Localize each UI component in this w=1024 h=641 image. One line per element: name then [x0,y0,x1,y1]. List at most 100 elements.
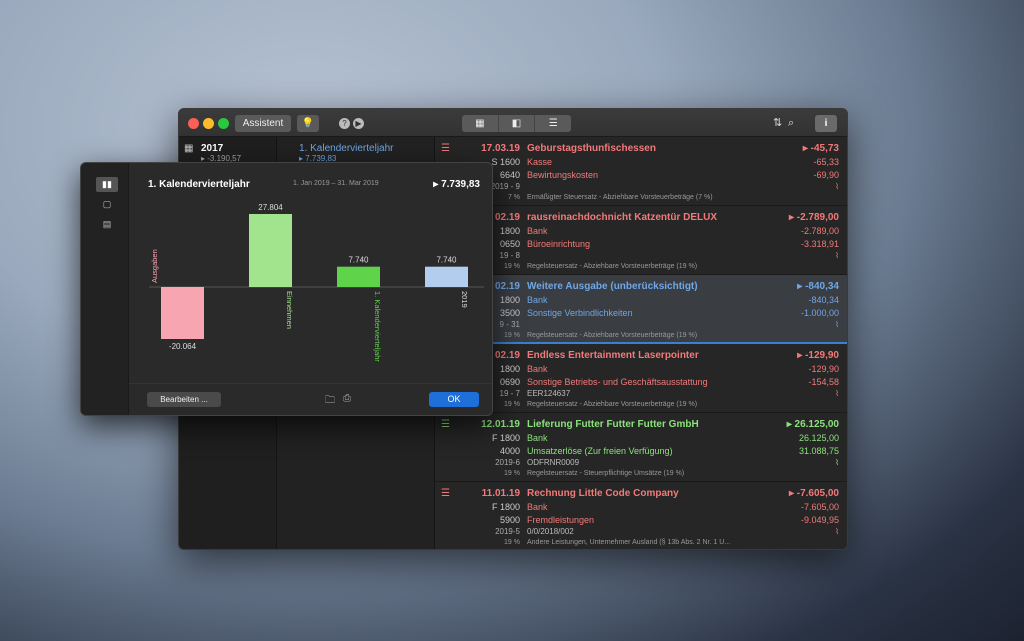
chart-value-label-3: 7.740 [436,256,457,265]
tx-sub-account: Bank [527,364,548,374]
print-icon[interactable]: ⎙ [343,393,351,404]
tx-title: rausreinachdochnicht Katzentür DELUX [527,212,718,223]
popover-date-range: 1. Jan 2019 – 31. Mar 2019 [293,180,379,187]
transaction-row[interactable]: ☰ 17.03.19 S 1600 6640 2019 - 97 % Geburstags… [435,137,847,206]
tx-title: Endless Entertainment Laserpointer [527,350,699,361]
year-label: 2017 [201,143,224,154]
edit-button[interactable]: Bearbeiten ... [147,392,221,407]
list-view-icon[interactable]: ☰ [535,115,571,132]
chart-value-label-2: 7.740 [348,256,369,265]
chart-bar-3[interactable] [425,266,468,287]
page-icon[interactable]: ▢ [96,197,118,212]
transaction-row[interactable]: ☰02.191800069019 - 719 %Endless Entertai… [435,344,847,413]
info-icon[interactable]: i [815,115,837,132]
tx-tax-note: Regelsteuersatz - Steuerpflichtige Umsät… [527,470,685,477]
minimize-window-button[interactable] [203,118,214,129]
chart-value-label-1: 27.804 [258,203,283,212]
transaction-row[interactable]: ☰02.191800065019 - 819 %rausreinachdochn… [435,206,847,275]
tx-tax-note: Regelsteuersatz - Abziehbare Vorsteuerbe… [527,263,698,270]
titlebar: Assistent 💡 ? ▶ ▦ ◧ ☰ ⇅ ⌕ i [179,109,847,137]
assistent-button[interactable]: Assistent [235,115,291,132]
search-icon[interactable]: ⌕ [788,115,794,132]
popover-title: 1. Kalendervierteljahr [148,179,250,190]
paperclip-icon[interactable]: ⌇ [835,251,839,260]
calendar-view-icon[interactable]: ▦ [462,115,499,132]
transaction-list: ☰ 17.03.19 S 1600 6640 2019 - 97 % Geburstags… [435,137,847,549]
popover-footer: Bearbeiten ... 🗀 ⎙ OK [129,383,492,415]
transaction-row[interactable]: ☰02.19180035009 - 3119 %Weitere Ausgabe … [435,275,847,344]
tx-net-amount: -65,33 [813,157,839,167]
tx-gross-amount: -3.318,91 [800,239,839,249]
chart-icon[interactable]: ▮▮ [96,177,118,192]
tx-gross-amount: -154,58 [808,377,839,387]
ok-button[interactable]: OK [429,392,479,407]
tx-net-amount: -840,34 [808,295,839,305]
paperclip-icon[interactable]: ⌇ [835,458,839,467]
sort-icon[interactable]: ⇅ [773,115,782,132]
transaction-row[interactable]: ☰ 11.01.19 F 1800 5900 2019-5 19 % Rechnung Li… [435,482,847,549]
chart-bar-2[interactable] [337,266,380,287]
paperclip-icon[interactable]: ⌇ [835,182,839,191]
paperclip-icon[interactable]: ⌇ [835,527,839,536]
tx-tax-rate: 19 % [504,539,520,546]
tx-title: Geburstagsthunfischessen [527,143,656,154]
document-icon[interactable]: ▤ [96,217,118,232]
lightbulb-icon[interactable]: 💡 [297,115,319,132]
tx-invoice-number: EER124637 [527,389,571,398]
tx-title: Lieferung Futter Futter Futter GmbH [527,419,699,430]
quarter-item-q1[interactable]: 1. Kalendervierteljahr ▸ 7.739,83 [277,137,434,163]
quarter-label: 1. Kalendervierteljahr [299,143,394,154]
chart-category-label-2: 1. Kalendervierteljahr [373,291,382,362]
tx-reference: 2019-6 [495,458,520,467]
tx-tax-note: Andere Leistungen, Unternehmer Ausland (… [527,539,731,546]
quarter-bar-chart: -20.064 Ausgaben 27.804 Einnehmen 7.740 1. Ka… [149,203,484,362]
tx-counter-account: 4000 [499,446,520,456]
tx-net-amount: -7.605,00 [800,502,839,512]
calendar-icon: ▦ [184,143,194,154]
tx-account: F 1800 [491,433,520,443]
paperclip-icon[interactable]: ⌇ [835,389,839,398]
tx-title: Weitere Ausgabe (unberücksichtigt) [527,281,698,292]
tx-amount: ▸ -45,73 [802,143,839,154]
tx-sub-account: Bank [527,226,548,236]
tx-gross-amount: -9.049,95 [800,515,839,525]
tx-amount: ▸ -129,90 [797,350,839,361]
popover-total: ▸ 7.739,83 [433,179,480,190]
tx-tax-note: Regelsteuersatz - Abziehbare Vorsteuerbe… [527,401,698,408]
tx-tax-note: Regelsteuersatz - Abziehbare Vorsteuerbe… [527,332,698,339]
close-window-button[interactable] [188,118,199,129]
tx-invoice-number: ODFRNR0009 [527,458,580,467]
tx-title: Rechnung Little Code Company [527,488,679,499]
tx-category: Bewirtungskosten [527,170,599,180]
zoom-window-button[interactable] [218,118,229,129]
tx-amount: ▸ -2.789,00 [788,212,839,223]
tx-invoice-number: 0/0/2018/002 [527,527,574,536]
chart-bar-0[interactable] [161,287,204,339]
tx-tax-note: Ermäßigter Steuersatz - Abziehbare Vorst… [527,194,713,201]
tx-category: Büroeinrichtung [527,239,591,249]
chart-category-label-1: Einnehmen [285,291,294,329]
tx-date: 12.01.19 [481,419,520,430]
transaction-row[interactable]: ☰ 12.01.19 F 1800 4000 2019-6 19 % Lieferung F… [435,413,847,482]
tx-category: Sonstige Betriebs- und Geschäftsausstatt… [527,377,708,387]
tx-category: Umsatzerlöse (Zur freien Verfügung) [527,446,673,456]
sidebar-view-icon[interactable]: ◧ [499,115,536,132]
play-icon[interactable]: ▶ [353,118,364,129]
tx-amount: ▸ -7.605,00 [788,488,839,499]
paperclip-icon[interactable]: ⌇ [835,320,839,329]
tx-date: 17.03.19 [481,143,520,154]
tx-sub-account: Bank [527,433,548,443]
popover-sidebar: ▮▮ ▢ ▤ [81,163,129,415]
folder-icon[interactable]: 🗀 [325,393,335,410]
view-segmented-control[interactable]: ▦ ◧ ☰ [462,115,571,132]
tx-net-amount: 26.125,00 [798,433,839,443]
tx-category: Fremdleistungen [527,515,595,525]
tx-sub-account: Bank [527,295,548,305]
help-icon[interactable]: ? [339,118,350,129]
tx-date: 11.01.19 [481,488,520,499]
chart-category-label-3: 2019 [460,291,469,308]
year-item-2017[interactable]: ▦ 2017 ▸ -3.190,57 [179,137,276,163]
tx-gross-amount: -1.000,00 [800,308,839,318]
chart-bar-1[interactable] [249,214,292,287]
tx-tax-rate: 19 % [504,470,520,477]
